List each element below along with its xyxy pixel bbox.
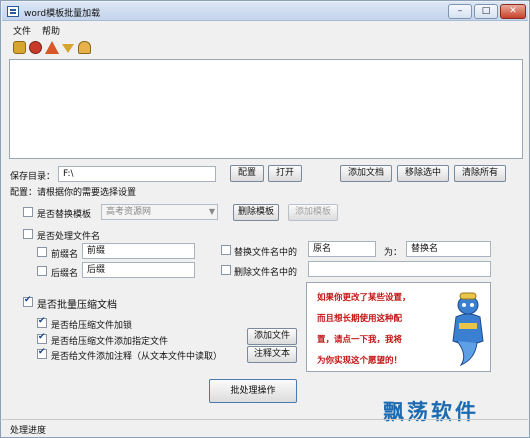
genie-line: 为你实现这个愿望的！ [317,356,403,366]
open-button[interactable]: 打开 [268,165,302,182]
arrow-down-icon[interactable] [62,44,74,53]
genie-icon[interactable] [447,289,489,369]
add-comment-label: 是否给文件添加注释（从文本文件中读取） [51,352,223,362]
status-text: 处理进度 [10,426,47,436]
config-button[interactable]: 配置 [230,165,264,182]
prefix-input[interactable]: 前缀 [82,243,195,259]
replace-template-checkbox[interactable] [23,207,33,217]
batch-process-button[interactable]: 批处理操作 [209,379,297,403]
delete-filename-label: 删除文件名中的 [234,268,298,278]
suffix-label: 后缀名 [51,269,79,279]
compress-checkbox[interactable] [23,295,33,307]
app-window: word模板批量加载 – □ ✕ 文件 帮助 保存目录： F:\ 配置 打开 添… [0,0,530,438]
prefix-label: 前缀名 [51,250,79,260]
template-selected-value: 高考资源网 [106,207,152,217]
add-file-to-archive-checkbox[interactable] [37,332,47,344]
lock-archive-checkbox[interactable] [37,316,47,328]
prefix-checkbox[interactable] [37,247,47,257]
lock-icon[interactable] [13,41,26,54]
add-file-to-archive-label: 是否给压缩文件添加指定文件 [51,337,169,347]
clear-all-button[interactable]: 清除所有 [454,165,506,182]
replace-template-label: 是否替换模板 [37,210,92,220]
menu-help[interactable]: 帮助 [42,24,60,37]
add-comment-checkbox[interactable] [37,347,47,359]
menu-bar: 文件 帮助 [2,22,528,38]
template-select[interactable]: 高考资源网 ▼ [101,204,218,220]
app-icon [7,6,19,17]
minimize-button[interactable]: – [448,4,472,19]
genie-line: 置，请点一下我，我将 [317,335,403,345]
close-button[interactable]: ✕ [500,4,526,19]
remove-selected-button[interactable]: 移除选中 [397,165,449,182]
chevron-down-icon: ▼ [208,207,215,216]
delete-template-button[interactable]: 删除模板 [233,204,279,221]
process-filename-checkbox[interactable] [23,229,33,239]
replacement-name-input[interactable]: 替换名 [406,241,491,257]
add-template-button[interactable]: 添加模板 [288,204,338,221]
delete-text-input[interactable] [308,261,491,277]
compress-label: 是否批量压缩文档 [37,300,117,311]
window-title: word模板批量加载 [24,9,101,19]
comment-text-button[interactable]: 注释文本 [247,346,297,363]
person-icon[interactable] [78,41,91,54]
toolbar [2,38,528,58]
add-file-button[interactable]: 添加文件 [247,328,297,345]
maximize-button[interactable]: □ [474,4,498,19]
menu-file[interactable]: 文件 [13,24,31,37]
lock-archive-label: 是否给压缩文件加锁 [51,321,133,331]
process-filename-label: 是否处理文件名 [37,232,101,242]
suffix-input[interactable]: 后缀 [82,262,195,278]
genie-message-box[interactable]: 如果你更改了某些设置， 而且想长期使用这种配 置，请点一下我，我将 为你实现这个… [306,282,491,372]
genie-line: 如果你更改了某些设置， [317,293,411,303]
warning-icon[interactable] [45,41,59,54]
status-bar: 处理进度 [2,419,528,437]
config-prompt: 配置：请根据你的需要选择设置 [10,188,137,198]
title-bar[interactable]: word模板批量加载 – □ ✕ [2,2,528,21]
delete-filename-checkbox[interactable] [221,265,231,275]
original-name-input[interactable]: 原名 [308,241,376,257]
genie-message: 如果你更改了某些设置， 而且想长期使用这种配 置，请点一下我，我将 为你实现这个… [317,288,437,372]
suffix-checkbox[interactable] [37,266,47,276]
save-dir-label: 保存目录： [10,172,56,182]
add-document-button[interactable]: 添加文档 [340,165,392,182]
for-label: 为： [384,248,403,258]
apple-icon[interactable] [29,41,42,54]
genie-line: 而且想长期使用这种配 [317,314,403,324]
replace-filename-checkbox[interactable] [221,245,231,255]
replace-filename-label: 替换文件名中的 [234,248,298,258]
save-dir-input[interactable]: F:\ [58,166,216,182]
document-list[interactable] [9,59,523,159]
